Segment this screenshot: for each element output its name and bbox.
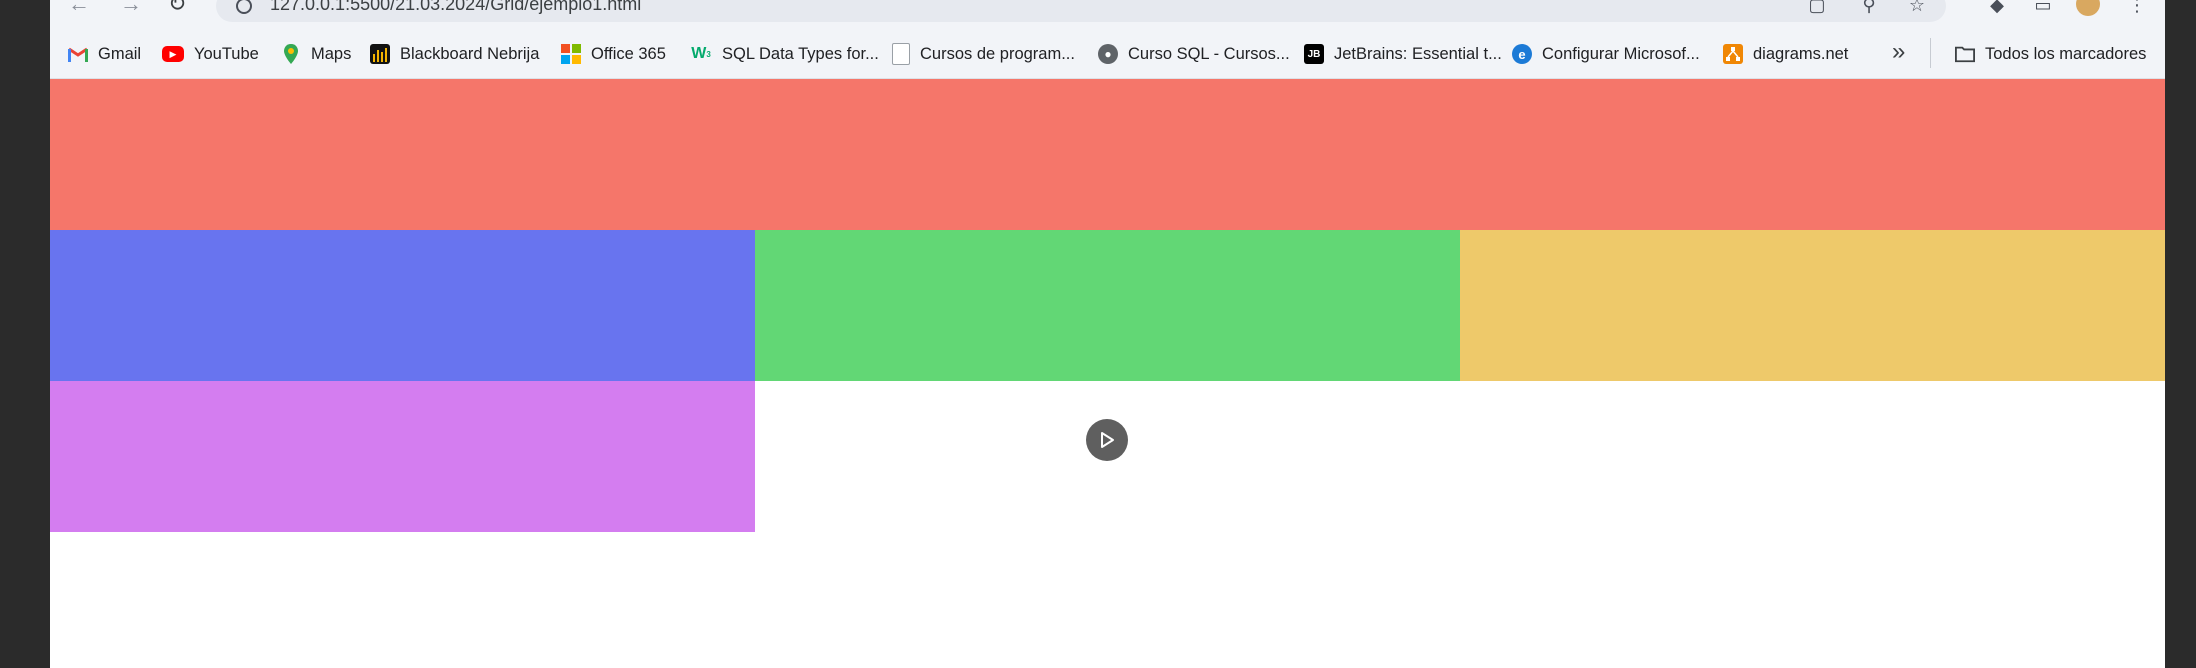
jetbrains-icon: JB — [1304, 44, 1324, 64]
bookmark-cursos-programacion[interactable]: Cursos de program... — [892, 41, 1075, 67]
bookmark-label: Blackboard Nebrija — [400, 44, 540, 63]
all-bookmarks-label: Todos los marcadores — [1985, 44, 2147, 63]
all-bookmarks-button[interactable]: Todos los marcadores — [1955, 41, 2146, 67]
office-icon — [561, 44, 581, 64]
folder-icon — [1955, 44, 1975, 64]
grid-cell-1 — [50, 230, 755, 381]
screen-edge — [2165, 0, 2196, 668]
extensions-icon[interactable]: ◆ — [1988, 0, 2006, 14]
page-icon — [892, 43, 910, 65]
bookmark-label: JetBrains: Essential t... — [1334, 44, 1502, 63]
bookmark-label: Cursos de program... — [920, 44, 1075, 63]
bookmark-star-icon[interactable]: ☆ — [1908, 0, 1926, 14]
reload-icon[interactable]: ↻ — [168, 0, 186, 15]
url-text: 127.0.0.1:5500/21.03.2024/Grid/ejemplo1.… — [270, 0, 642, 14]
address-bar[interactable]: 127.0.0.1:5500/21.03.2024/Grid/ejemplo1.… — [216, 0, 1946, 22]
bookmark-label: Curso SQL - Cursos... — [1128, 44, 1290, 63]
bookmark-label: SQL Data Types for... — [722, 44, 879, 63]
grid-cell-4 — [50, 381, 755, 532]
bookmark-jetbrains[interactable]: JB JetBrains: Essential t... — [1304, 41, 1502, 67]
ie-icon: e — [1512, 44, 1532, 64]
bookmark-label: Office 365 — [591, 44, 666, 63]
w3schools-icon: W3 — [691, 45, 711, 62]
site-info-icon[interactable] — [236, 0, 252, 14]
video-play-button[interactable] — [1086, 419, 1128, 461]
bookmark-label: diagrams.net — [1753, 44, 1849, 63]
bookmark-sql-data-types[interactable]: W3 SQL Data Types for... — [690, 41, 879, 67]
gmail-icon — [68, 44, 88, 64]
more-bookmarks-chevron-icon[interactable]: » — [1892, 38, 1905, 66]
zoom-icon[interactable]: ⚲ — [1860, 0, 1878, 14]
bookmark-label: Configurar Microsof... — [1542, 44, 1700, 63]
bookmark-label: Maps — [311, 44, 352, 63]
bookmarks-divider — [1930, 38, 1931, 68]
youtube-icon: ▶ — [162, 46, 184, 62]
grid-cell-3 — [1460, 230, 2165, 381]
bookmark-blackboard[interactable]: Blackboard Nebrija — [370, 41, 539, 67]
bookmarks-bar: Gmail ▶ YouTube Maps Blackboard Nebrija … — [50, 30, 2165, 79]
globe-icon: ● — [1098, 44, 1118, 64]
profile-avatar[interactable] — [2076, 0, 2100, 16]
drawio-icon — [1723, 44, 1743, 64]
page-content — [50, 79, 2165, 668]
translate-icon[interactable]: ▢ — [1808, 0, 1826, 14]
bookmark-office[interactable]: Office 365 — [561, 41, 666, 67]
bookmark-maps[interactable]: Maps — [281, 41, 351, 67]
browser-window: ← → ↻ 127.0.0.1:5500/21.03.2024/Grid/eje… — [50, 0, 2165, 668]
blackboard-icon — [370, 44, 390, 64]
play-icon — [1101, 432, 1114, 448]
browser-toolbar: ← → ↻ 127.0.0.1:5500/21.03.2024/Grid/eje… — [50, 0, 2165, 30]
bookmark-configurar-microsoft[interactable]: e Configurar Microsof... — [1512, 41, 1700, 67]
menu-kebab-icon[interactable]: ⋮ — [2128, 0, 2146, 14]
bookmark-gmail[interactable]: Gmail — [68, 41, 141, 67]
grid-cell-2 — [755, 230, 1460, 381]
side-panel-icon[interactable]: ▭ — [2034, 0, 2052, 14]
grid-header-block — [50, 79, 2165, 230]
bookmark-label: Gmail — [98, 44, 142, 63]
forward-icon[interactable]: → — [120, 0, 142, 15]
back-icon[interactable]: ← — [68, 0, 90, 15]
bookmark-diagrams[interactable]: diagrams.net — [1723, 41, 1848, 67]
maps-icon — [281, 44, 301, 64]
bookmark-label: YouTube — [194, 44, 259, 63]
bookmark-curso-sql[interactable]: ● Curso SQL - Cursos... — [1098, 41, 1290, 67]
bookmark-youtube[interactable]: ▶ YouTube — [162, 41, 259, 67]
